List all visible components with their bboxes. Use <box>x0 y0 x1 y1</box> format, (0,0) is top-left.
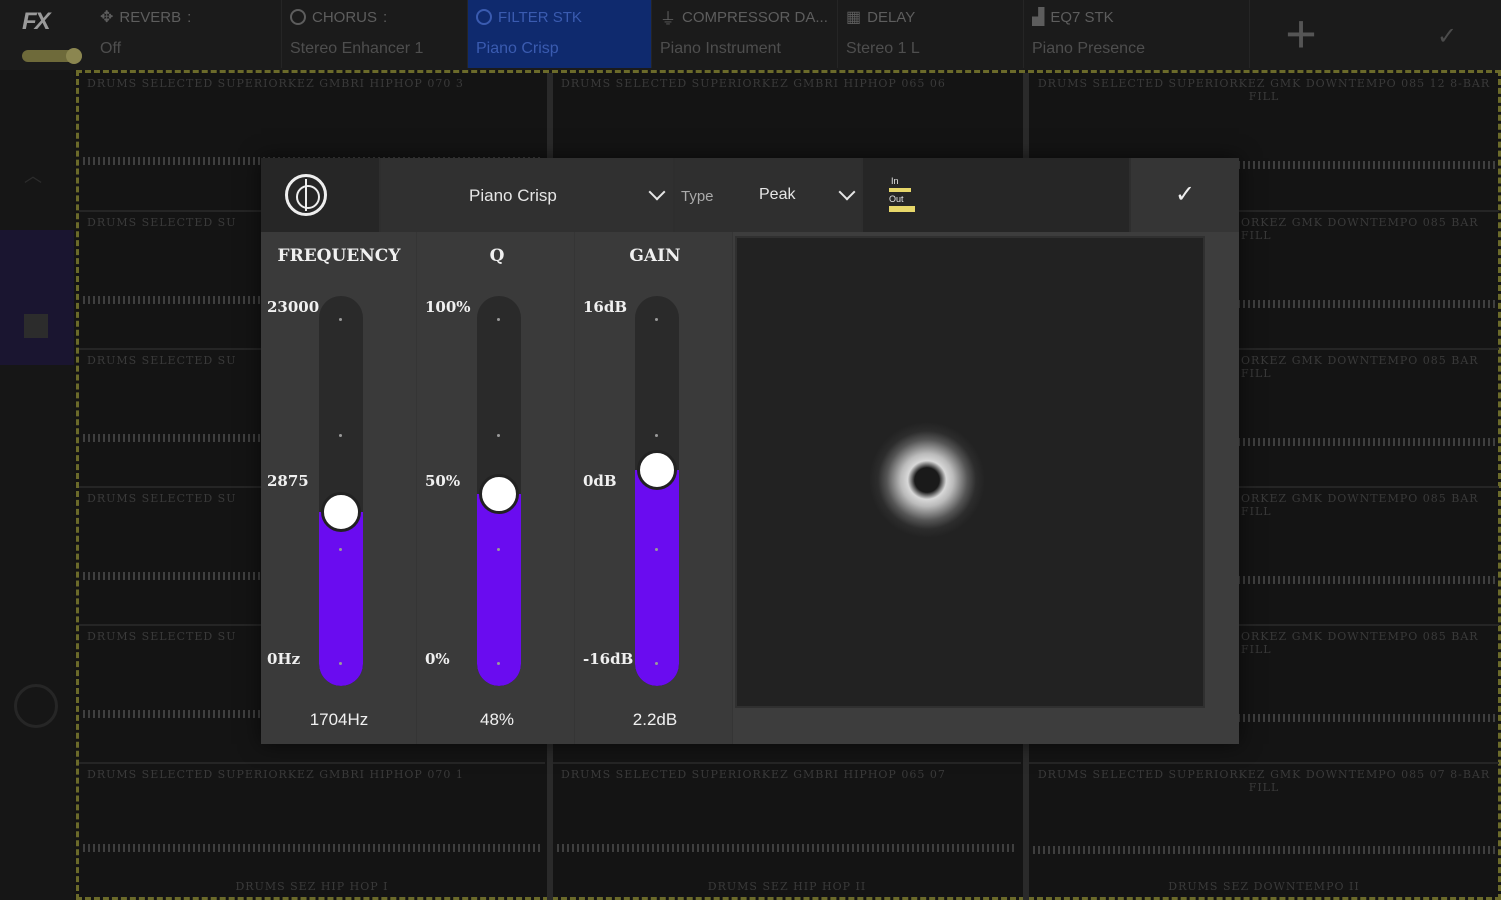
fx-editor-screen: FX ✥ REVERB: Off CHORUS: Stereo Enhancer … <box>0 0 1501 900</box>
dialog-confirm-button[interactable]: ✓ <box>1131 158 1239 232</box>
frequency-title: FREQUENCY <box>277 246 401 266</box>
circle-plus-icon <box>290 9 306 25</box>
gain-thumb[interactable] <box>637 450 677 491</box>
meter-out-bar <box>889 206 915 212</box>
track-cell[interactable]: DRUMS SELECTED SUPERIORKEZ GMBRI HIPHOP … <box>553 762 1021 897</box>
grid-icon: ▦ <box>846 9 862 26</box>
clip-label: DRUMS SELECTED SUPERIORKEZ GMBRI HIPHOP … <box>87 77 464 90</box>
chevron-up-icon[interactable]: ︿ <box>24 162 42 188</box>
filter-sliders: FREQUENCY 23000 2875 0Hz 1704Hz Q 100% 5… <box>261 232 733 744</box>
left-sidebar: ︿ <box>0 70 74 900</box>
type-value: Peak <box>759 186 796 203</box>
q-value: 48% <box>479 710 515 729</box>
filter-type-select[interactable]: Type Peak <box>675 158 861 232</box>
fx-slot-preset: Stereo 1 L <box>846 40 920 57</box>
q-column: Q 100% 50% 0% 48% <box>419 232 575 744</box>
clip-label: DRUMS SELECTED SUPERIORKEZ GMK DOWNTEMPO… <box>1037 768 1491 794</box>
gain-min-label: -16dB <box>583 650 634 668</box>
track-name: DRUMS SEZ DOWNTEMPO II <box>1168 880 1360 893</box>
fx-slot-delay[interactable]: ▦ DELAY Stereo 1 L <box>838 0 1024 68</box>
frequency-mid-label: 2875 <box>267 472 309 490</box>
q-mid-label: 50% <box>425 472 461 490</box>
fx-slot-eq7[interactable]: ▟ EQ7 STK Piano Presence <box>1024 0 1250 68</box>
fx-slot-compressor[interactable]: ⏚ COMPRESSOR DA... Piano Instrument <box>652 0 838 68</box>
gain-column: GAIN 16dB 0dB -16dB 2.2dB <box>577 232 733 744</box>
q-min-label: 0% <box>425 650 450 668</box>
circle-arrow-icon <box>476 9 492 25</box>
fx-slot-filter[interactable]: FILTER STK Piano Crisp <box>468 0 652 68</box>
q-max-label: 100% <box>425 298 471 316</box>
waveform <box>1033 846 1495 854</box>
xy-scope-display[interactable] <box>735 236 1205 708</box>
filter-dialog: Piano Crisp Type Peak In Out ✓ FREQUENCY… <box>261 158 1239 744</box>
track-name: DRUMS SEZ HIP HOP II <box>707 880 867 893</box>
clip-label: DRUMS SELECTED SUPERIORKEZ GMK DOWNTEMPO… <box>1037 77 1491 103</box>
clip-label: DRUMS SELECTED SUPERIORKEZ GMBRI HIPHOP … <box>87 768 464 781</box>
eq-bars-icon: ▟ <box>1032 9 1045 26</box>
meter-in-label: In <box>891 176 899 186</box>
frequency-thumb[interactable] <box>321 491 361 532</box>
gain-title: GAIN <box>629 246 681 266</box>
fx-slot-name: CHORUS <box>312 8 378 26</box>
fx-master-toggle[interactable] <box>22 48 82 64</box>
confirm-fx-button[interactable]: ✓ <box>1432 22 1462 52</box>
track-name: DRUMS SEZ HIP HOP I <box>235 880 389 893</box>
track-cell[interactable]: DRUMS SELECTED SUPERIORKEZ GMK DOWNTEMPO… <box>1029 762 1499 897</box>
fx-slot-name: EQ7 STK <box>1050 8 1114 26</box>
chevron-down-icon <box>838 183 856 201</box>
stop-icon[interactable] <box>24 314 48 338</box>
fx-logo[interactable]: FX <box>22 8 72 35</box>
gain-value: 2.2dB <box>632 710 678 729</box>
preset-browser-button[interactable] <box>261 158 379 232</box>
fx-slot-preset: Stereo Enhancer 1 <box>290 40 424 57</box>
q-fill <box>477 494 521 686</box>
type-label: Type <box>681 188 714 205</box>
fx-slot-preset: Piano Instrument <box>660 40 781 57</box>
gain-mid-label: 0dB <box>583 472 617 490</box>
frequency-value: 1704Hz <box>309 710 369 729</box>
add-fx-button[interactable]: + <box>1276 7 1326 61</box>
meter-out-label: Out <box>889 194 904 204</box>
frequency-max-label: 23000 <box>267 298 320 316</box>
fx-slot-chorus[interactable]: CHORUS: Stereo Enhancer 1 <box>282 0 468 68</box>
scope-signal <box>865 418 989 542</box>
compressor-icon: ⏚ <box>660 11 677 28</box>
selected-track-indicator[interactable] <box>0 230 74 365</box>
fx-slot-name: REVERB <box>119 8 182 26</box>
toggle-knob[interactable] <box>66 48 82 64</box>
frequency-min-label: 0Hz <box>267 650 301 668</box>
fx-slot-preset: Piano Crisp <box>476 40 559 57</box>
gain-max-label: 16dB <box>583 298 628 316</box>
preset-select-value: Piano Crisp <box>469 186 557 205</box>
fx-slot-name: COMPRESSOR DA... <box>682 8 828 26</box>
preset-select[interactable]: Piano Crisp <box>381 158 673 232</box>
waveform <box>557 844 1017 852</box>
fx-slot-reverb[interactable]: ✥ REVERB: Off <box>92 0 282 68</box>
fx-slot-preset: Piano Presence <box>1032 40 1145 57</box>
clip-label: DRUMS SELECTED SUPERIORKEZ GMBRI HIPHOP … <box>561 768 946 781</box>
in-out-meter-icon: In Out <box>889 176 917 216</box>
fx-chain-bar: FX ✥ REVERB: Off CHORUS: Stereo Enhancer … <box>0 0 1501 70</box>
fx-slot-name: FILTER STK <box>498 8 582 26</box>
fx-slot-name: DELAY <box>867 8 916 26</box>
dialog-header: Piano Crisp Type Peak In Out ✓ <box>261 158 1239 232</box>
waveform <box>83 844 541 852</box>
fx-slot-preset: Off <box>100 40 122 57</box>
track-cell[interactable]: DRUMS SELECTED SUPERIORKEZ GMBRI HIPHOP … <box>79 762 545 897</box>
sync-icon[interactable] <box>14 684 58 728</box>
q-title: Q <box>489 246 505 266</box>
frequency-column: FREQUENCY 23000 2875 0Hz 1704Hz <box>261 232 417 744</box>
meter-in-bar <box>889 188 911 192</box>
gain-slider[interactable] <box>635 296 679 686</box>
gain-fill <box>635 470 679 686</box>
in-out-meter[interactable]: In Out <box>863 158 1129 232</box>
chevron-down-icon <box>648 183 666 201</box>
globe-icon <box>285 174 327 216</box>
clip-label: DRUMS SELECTED SUPERIORKEZ GMBRI HIPHOP … <box>561 77 946 90</box>
frequency-fill <box>319 511 363 686</box>
plus-cross-icon: ✥ <box>100 9 114 26</box>
